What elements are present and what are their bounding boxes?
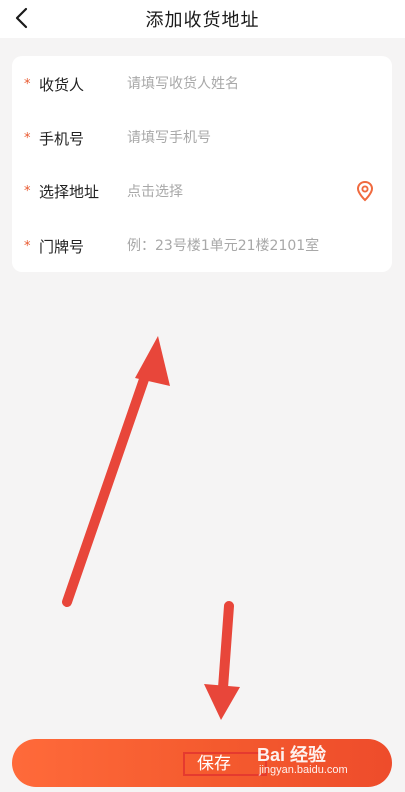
page-title: 添加收货地址 bbox=[145, 10, 260, 31]
phone-input[interactable] bbox=[127, 123, 357, 153]
door-number-label: 门牌号 bbox=[39, 237, 85, 256]
door-number-row: * 门牌号 bbox=[12, 226, 392, 266]
top-bar: 添加收货地址 bbox=[0, 0, 405, 38]
save-button[interactable]: 保存 bbox=[12, 739, 392, 787]
consignee-input[interactable] bbox=[127, 69, 357, 99]
arrow-down-annotation bbox=[204, 601, 240, 720]
door-number-input[interactable] bbox=[127, 231, 377, 261]
phone-label: 手机号 bbox=[39, 129, 85, 148]
required-mark: * bbox=[24, 130, 31, 146]
save-button-label: 保存 bbox=[183, 752, 267, 776]
address-form-card: * 收货人 * 手机号 * 选择地址 点击选择 * 门牌号 bbox=[12, 56, 392, 272]
arrow-up-annotation bbox=[62, 336, 170, 607]
location-pin-icon[interactable] bbox=[354, 180, 376, 202]
required-mark: * bbox=[24, 183, 31, 199]
address-select-text[interactable]: 点击选择 bbox=[127, 181, 183, 201]
consignee-label: 收货人 bbox=[39, 75, 85, 94]
consignee-row: * 收货人 bbox=[12, 64, 392, 104]
required-mark: * bbox=[24, 238, 31, 254]
address-row[interactable]: * 选择地址 点击选择 bbox=[12, 171, 392, 211]
required-mark: * bbox=[24, 76, 31, 92]
phone-row: * 手机号 bbox=[12, 118, 392, 158]
address-label: 选择地址 bbox=[39, 182, 100, 201]
